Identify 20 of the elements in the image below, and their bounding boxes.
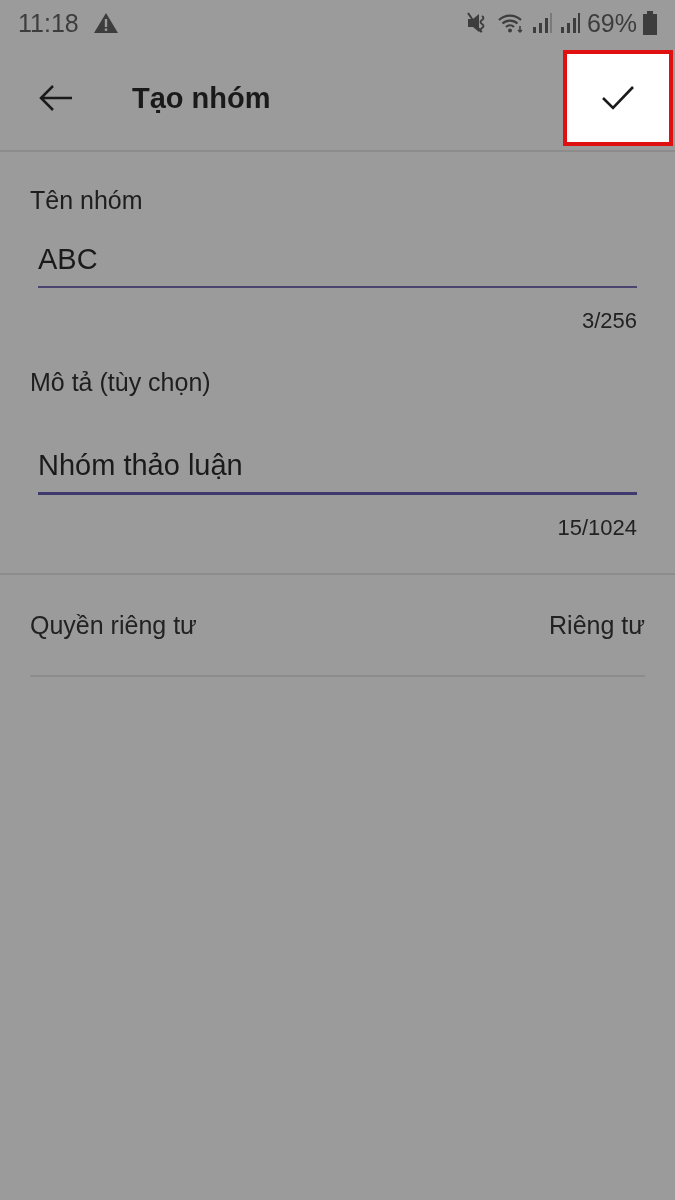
screen-title: Tạo nhóm [132,81,271,115]
signal-icon [558,12,581,34]
input-field[interactable]: Nhóm thảo luận [38,443,637,495]
battery-icon [643,11,657,35]
field-label: Mô tả (tùy chọn) [30,367,211,397]
done-button[interactable] [563,50,673,146]
check-icon [601,85,635,111]
warning-icon [92,12,119,34]
battery-percent: 69% [586,8,637,38]
signal-icon [530,12,553,34]
character-counter: 15/1024 [557,515,637,541]
privacy-value: Riêng tư [549,610,645,640]
privacy-label: Quyền riêng tư [30,610,197,640]
status-time: 11:18 [18,8,79,38]
field-label: Tên nhóm [30,185,143,215]
privacy-row[interactable]: Quyền riêng tư Riêng tư [0,575,675,675]
character-counter: 3/256 [581,308,637,334]
back-arrow-icon [38,84,74,112]
wifi-icon [496,12,525,34]
input-field[interactable]: ABC [38,237,637,288]
